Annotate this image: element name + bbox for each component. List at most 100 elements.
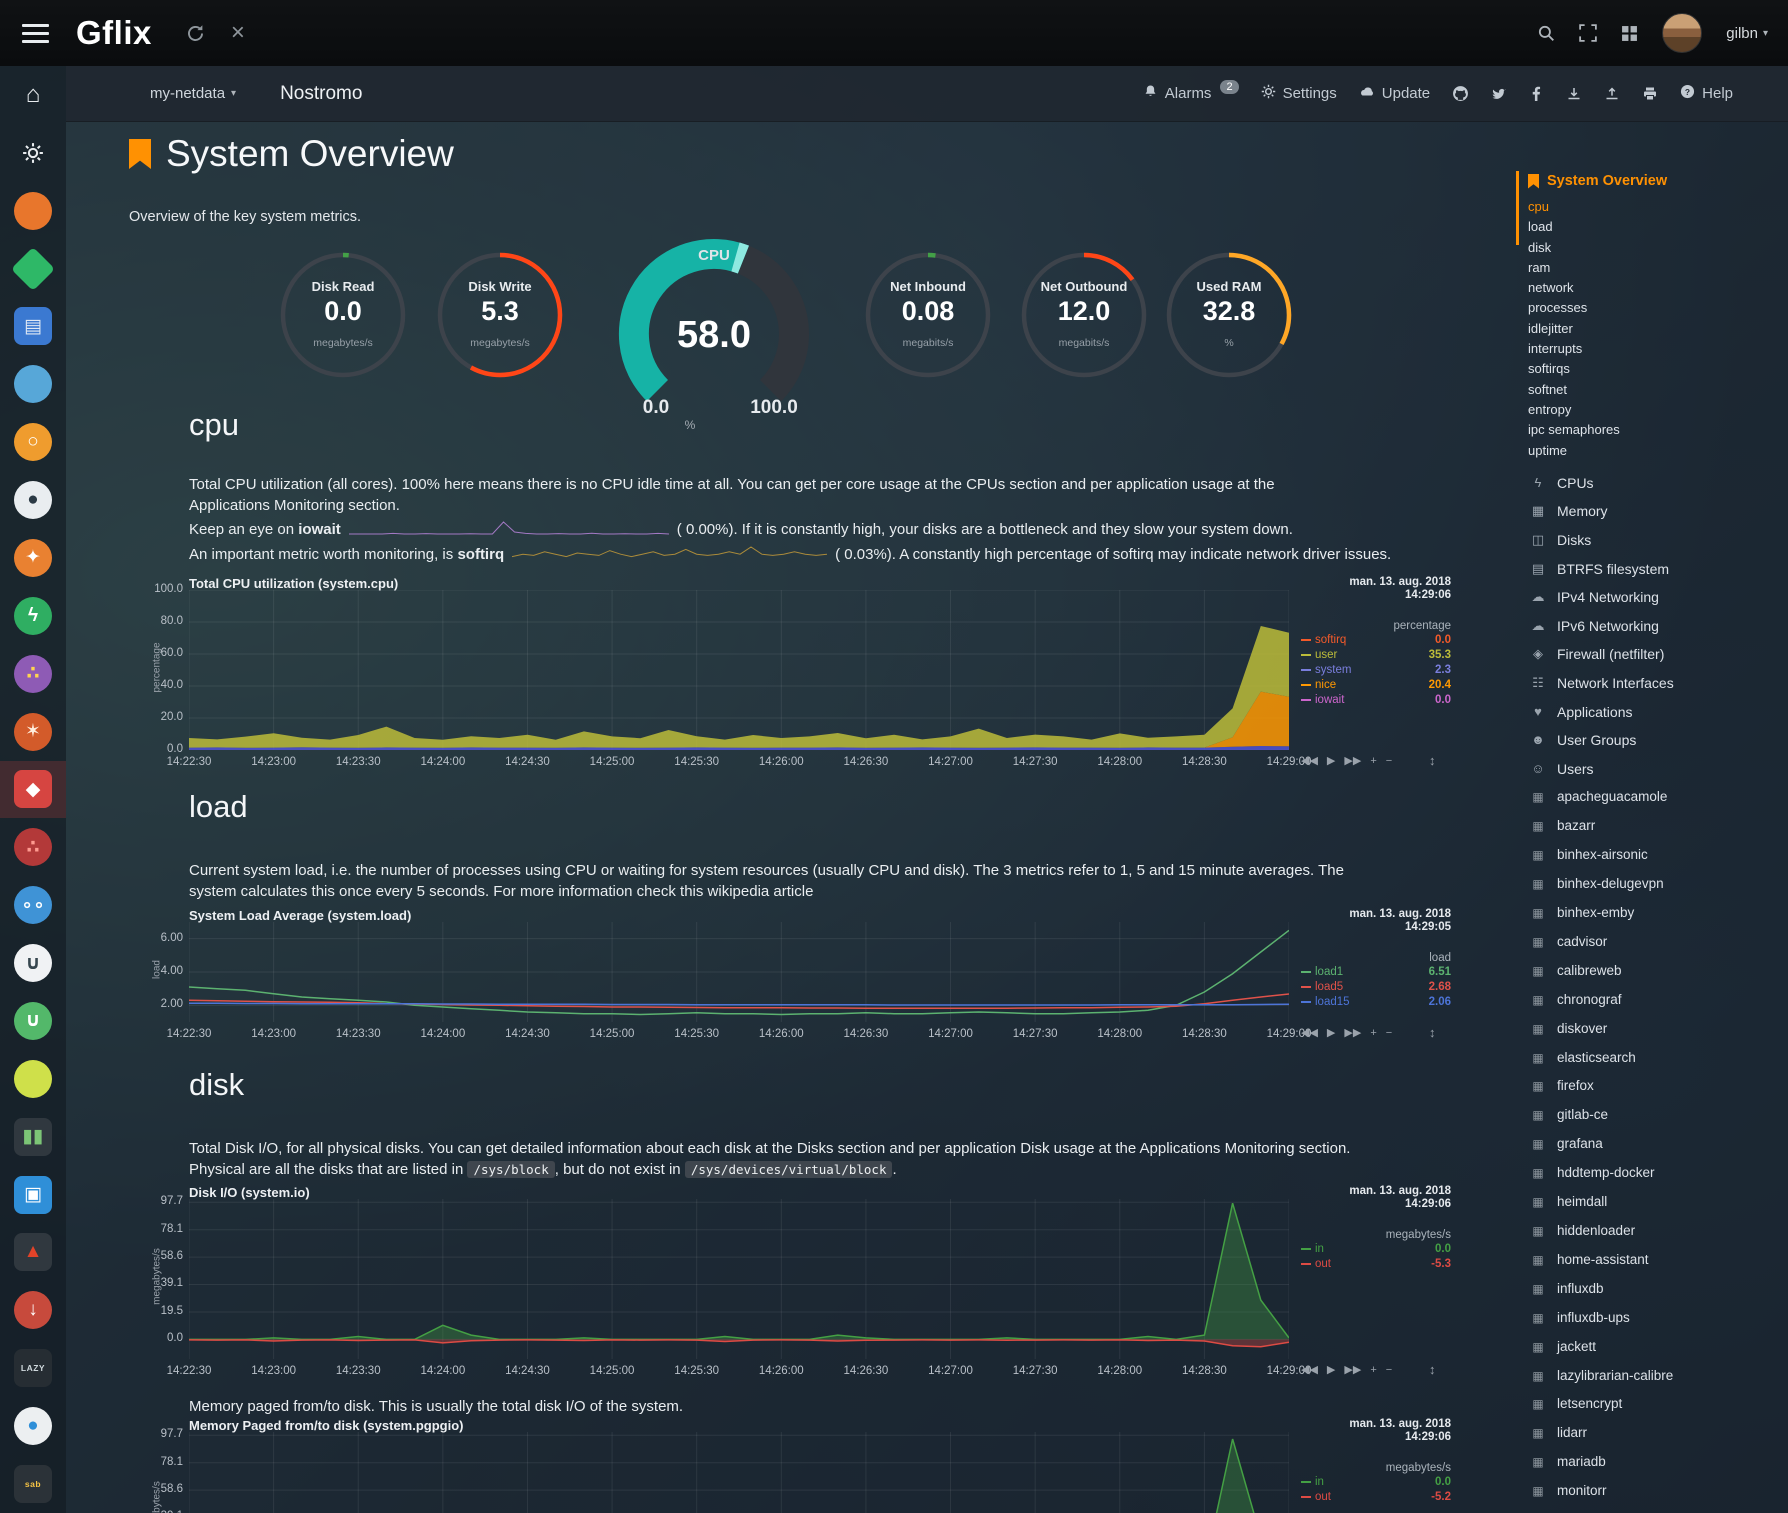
nav-item-softirqs[interactable]: softirqs [1528, 359, 1788, 379]
download-icon[interactable] [1566, 86, 1582, 102]
gauge-disk-read[interactable]: Disk Read0.0megabytes/s [268, 249, 418, 399]
sidebar-app-18[interactable] [0, 1050, 66, 1108]
upload-icon[interactable] [1604, 86, 1620, 102]
legend-entry-in[interactable]: in0.0 [1301, 1475, 1451, 1490]
nav-app-diskover[interactable]: ▦diskover [1528, 1015, 1788, 1044]
nav-app-mariadb[interactable]: ▦mariadb [1528, 1448, 1788, 1477]
search-icon[interactable] [1537, 24, 1555, 42]
apps-grid-icon[interactable] [1621, 25, 1638, 42]
chart-canvas[interactable] [189, 590, 1289, 750]
nav-item-softnet[interactable]: softnet [1528, 380, 1788, 400]
nav-item-ipc-semaphores[interactable]: ipc semaphores [1528, 420, 1788, 440]
legend-entry-load15[interactable]: load152.06 [1301, 995, 1451, 1010]
sidebar-app-22[interactable]: ↓ [0, 1281, 66, 1339]
nav-section-firewall-netfilter[interactable]: ◈Firewall (netfilter) [1528, 640, 1788, 669]
nav-app-bazarr[interactable]: ▦bazarr [1528, 812, 1788, 841]
nav-app-monitorr[interactable]: ▦monitorr [1528, 1477, 1788, 1506]
nav-section-disks[interactable]: ◫Disks [1528, 526, 1788, 555]
alarms-button[interactable]: Alarms 2 [1143, 84, 1239, 103]
nav-item-network[interactable]: network [1528, 278, 1788, 298]
zoom-out-icon[interactable]: − [1386, 1364, 1392, 1376]
avatar[interactable] [1662, 13, 1702, 53]
sidebar-app-11[interactable]: ∴ [0, 645, 66, 703]
nav-item-uptime[interactable]: uptime [1528, 441, 1788, 461]
host-selector[interactable]: my-netdata▾ [150, 85, 236, 102]
backward-icon[interactable]: ◀◀ [1301, 1027, 1318, 1039]
nav-item-processes[interactable]: processes [1528, 298, 1788, 318]
nav-app-lidarr[interactable]: ▦lidarr [1528, 1419, 1788, 1448]
forward-icon[interactable]: ▶▶ [1344, 755, 1361, 767]
sidebar-app-12[interactable]: ✶ [0, 703, 66, 761]
fullscreen-icon[interactable] [1579, 24, 1597, 42]
close-tab-icon[interactable]: × [231, 21, 245, 45]
sidebar-app-5[interactable]: ▤ [0, 298, 66, 356]
nav-section-cpus[interactable]: ϟCPUs [1528, 469, 1788, 498]
chart-resize-handle[interactable]: ↕ [1429, 1025, 1436, 1040]
forward-icon[interactable]: ▶▶ [1344, 1027, 1361, 1039]
gauge-cpu[interactable]: CPU58.00.0100.0% [594, 216, 834, 431]
nav-section-system-overview[interactable]: System Overview [1528, 169, 1788, 193]
nav-section-memory[interactable]: ▦Memory [1528, 497, 1788, 526]
twitter-icon[interactable] [1491, 86, 1507, 102]
sidebar-app-14[interactable]: ∴ [0, 818, 66, 876]
sidebar-app-10[interactable]: ϟ [0, 587, 66, 645]
sidebar-app-15[interactable]: ∘∘ [0, 876, 66, 934]
nav-section-ipv6-networking[interactable]: ☁IPv6 Networking [1528, 612, 1788, 641]
chart-resize-handle[interactable]: ↕ [1429, 753, 1436, 768]
zoom-in-icon[interactable]: + [1370, 755, 1376, 767]
nav-item-disk[interactable]: disk [1528, 238, 1788, 258]
chart-canvas[interactable] [189, 922, 1289, 1022]
sidebar-app-24[interactable]: ● [0, 1397, 66, 1455]
nav-app-chronograf[interactable]: ▦chronograf [1528, 986, 1788, 1015]
chart-resize-handle[interactable]: ↕ [1429, 1362, 1436, 1377]
nav-app-influxdb-ups[interactable]: ▦influxdb-ups [1528, 1304, 1788, 1333]
legend-entry-in[interactable]: in0.0 [1301, 1242, 1451, 1257]
sidebar-app-8[interactable]: ● [0, 471, 66, 529]
legend-entry-user[interactable]: user35.3 [1301, 648, 1451, 663]
zoom-in-icon[interactable]: + [1370, 1027, 1376, 1039]
sidebar-app-23[interactable]: LAZY [0, 1339, 66, 1397]
nav-item-interrupts[interactable]: interrupts [1528, 339, 1788, 359]
play-icon[interactable]: ▶ [1327, 755, 1335, 767]
gauge-net-inbound[interactable]: Net Inbound0.08megabits/s [853, 249, 1003, 399]
zoom-out-icon[interactable]: − [1386, 1027, 1392, 1039]
nav-app-home-assistant[interactable]: ▦home-assistant [1528, 1246, 1788, 1275]
sidebar-app-16[interactable]: ∪ [0, 934, 66, 992]
nav-app-lazylibrarian-calibre[interactable]: ▦lazylibrarian-calibre [1528, 1362, 1788, 1391]
nav-app-gitlab-ce[interactable]: ▦gitlab-ce [1528, 1101, 1788, 1130]
zoom-in-icon[interactable]: + [1370, 1364, 1376, 1376]
backward-icon[interactable]: ◀◀ [1301, 1364, 1318, 1376]
nav-app-binhex-airsonic[interactable]: ▦binhex-airsonic [1528, 841, 1788, 870]
legend-entry-out[interactable]: out-5.3 [1301, 1257, 1451, 1272]
nav-app-apacheguacamole[interactable]: ▦apacheguacamole [1528, 783, 1788, 812]
play-icon[interactable]: ▶ [1327, 1027, 1335, 1039]
sidebar-app-2[interactable] [0, 124, 66, 182]
sidebar-app-20[interactable]: ▣ [0, 1166, 66, 1224]
sidebar-app-13[interactable]: ◆ [0, 761, 66, 819]
settings-button[interactable]: Settings [1261, 84, 1337, 103]
nav-app-grafana[interactable]: ▦grafana [1528, 1130, 1788, 1159]
sidebar-app-19[interactable]: ▮▮ [0, 1108, 66, 1166]
zoom-out-icon[interactable]: − [1386, 755, 1392, 767]
gauge-disk-write[interactable]: Disk Write5.3megabytes/s [425, 249, 575, 399]
facebook-icon[interactable] [1529, 86, 1544, 101]
backward-icon[interactable]: ◀◀ [1301, 755, 1318, 767]
nav-app-binhex-emby[interactable]: ▦binhex-emby [1528, 899, 1788, 928]
nav-app-netdata[interactable]: ▦netdata [1528, 1506, 1788, 1513]
gauge-net-outbound[interactable]: Net Outbound12.0megabits/s [1009, 249, 1159, 399]
sidebar-app-1[interactable]: ⌂ [0, 66, 66, 124]
legend-entry-load5[interactable]: load52.68 [1301, 980, 1451, 995]
sidebar-app-7[interactable]: ○ [0, 413, 66, 471]
nav-app-elasticsearch[interactable]: ▦elasticsearch [1528, 1044, 1788, 1073]
sidebar-app-3[interactable] [0, 182, 66, 240]
nav-app-letsencrypt[interactable]: ▦letsencrypt [1528, 1390, 1788, 1419]
sidebar-app-21[interactable]: ▲ [0, 1224, 66, 1282]
nav-app-cadvisor[interactable]: ▦cadvisor [1528, 928, 1788, 957]
chart-canvas[interactable] [189, 1432, 1289, 1513]
sidebar-app-17[interactable]: ∪ [0, 992, 66, 1050]
sidebar-app-6[interactable] [0, 355, 66, 413]
refresh-icon[interactable] [186, 24, 205, 43]
sidebar-app-9[interactable]: ✦ [0, 529, 66, 587]
nav-app-calibreweb[interactable]: ▦calibreweb [1528, 957, 1788, 986]
nav-section-user-groups[interactable]: ☻User Groups [1528, 726, 1788, 755]
